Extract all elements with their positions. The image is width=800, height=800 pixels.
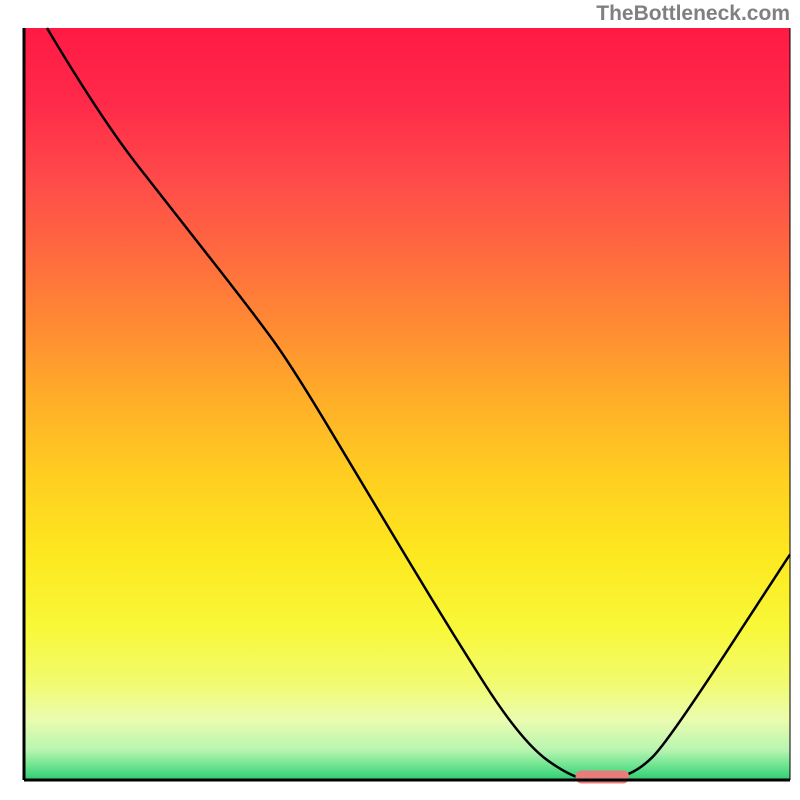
bottleneck-chart [0, 0, 800, 800]
plot-background [24, 28, 790, 780]
chart-container: TheBottleneck.com [0, 0, 800, 800]
watermark-text: TheBottleneck.com [596, 2, 790, 26]
optimal-marker [576, 770, 630, 783]
